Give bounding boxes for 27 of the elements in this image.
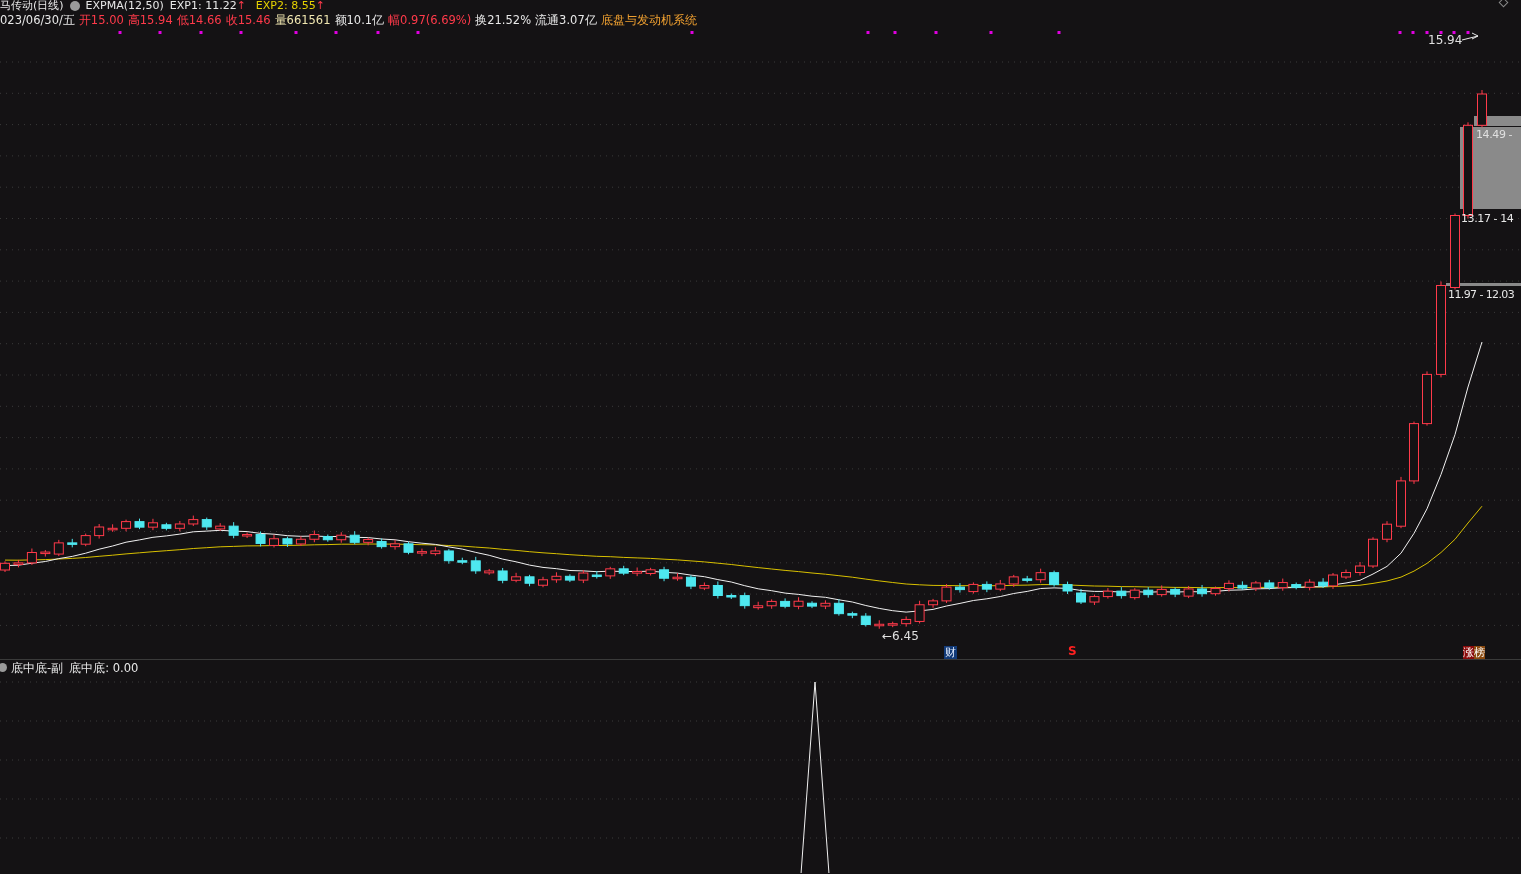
quote-field: 023/06/30/五 [0,13,75,27]
indicator-value: EXP1: 11.22↑ [169,0,246,12]
low-price-label: ←6.45 [882,629,919,643]
chip-range-label: 13.17 - 14 [1461,212,1514,226]
quote-field: 开15.00 [78,13,124,27]
quote-field: 幅0.97(6.69%) [388,13,472,27]
arrow-icon [1461,32,1479,41]
finance-marker[interactable]: 财 [944,646,957,659]
quote-field: 换21.52% [475,13,532,27]
chip-range-label: 11.97 - 12.03 [1448,288,1515,302]
chip-range-label: 14.49 - [1476,128,1513,142]
high-price-label: 15.94 [1428,33,1463,47]
quote-field: 高15.94 [127,13,173,27]
panel-toggle-icon[interactable] [0,663,7,672]
indicator-name: EXPMA(12,50) [85,0,164,12]
quote-field: 底盘与发动机系统 [600,13,697,27]
quote-field: 量661561 [274,13,331,27]
stock-title: 马传动(日线) [0,0,64,12]
sub-panel-reading: 底中底: 0.00 [69,660,139,675]
quote-field: 流通3.07亿 [535,13,597,27]
quote-field: 低14.66 [176,13,222,27]
quote-field: 额10.1亿 [334,13,385,27]
indicator-value: EXP2: 8.55↑ [255,0,325,12]
quote-field: 收15.46 [225,13,271,27]
signal-marker[interactable]: S [1068,644,1077,658]
sub-panel-title: 底中底-副 [11,660,64,675]
indicator-toggle-icon[interactable] [69,1,80,11]
